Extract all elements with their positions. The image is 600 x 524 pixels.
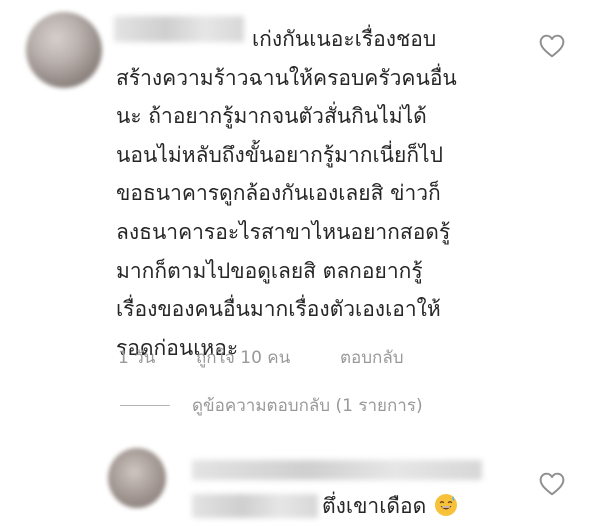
likes-count[interactable]: ถูกใจ 10 คน (196, 344, 290, 371)
comment-time: 1 วัน (118, 348, 156, 368)
sweat-smile-emoji-icon (434, 493, 458, 517)
view-replies-link[interactable]: ดูข้อความตอบกลับ (1 รายการ) (120, 392, 423, 419)
view-replies-label: ดูข้อความตอบกลับ (1 รายการ) (192, 396, 423, 416)
like-heart-icon[interactable] (539, 34, 565, 58)
reply-button[interactable]: ตอบกลับ (340, 344, 404, 371)
reply-text: ตึ่งเขาเดือด (322, 490, 458, 523)
commenter-avatar[interactable] (26, 12, 102, 88)
reply-avatar[interactable] (108, 448, 166, 508)
divider-line (120, 405, 170, 406)
reply-username-redacted (192, 460, 482, 480)
reply-mention-redacted (192, 494, 318, 518)
reply-like-heart-icon[interactable] (539, 472, 565, 496)
comment-text: เก่งกันเนอะเรื่องชอบ สร้างความร้าวฉานให้… (116, 27, 457, 360)
